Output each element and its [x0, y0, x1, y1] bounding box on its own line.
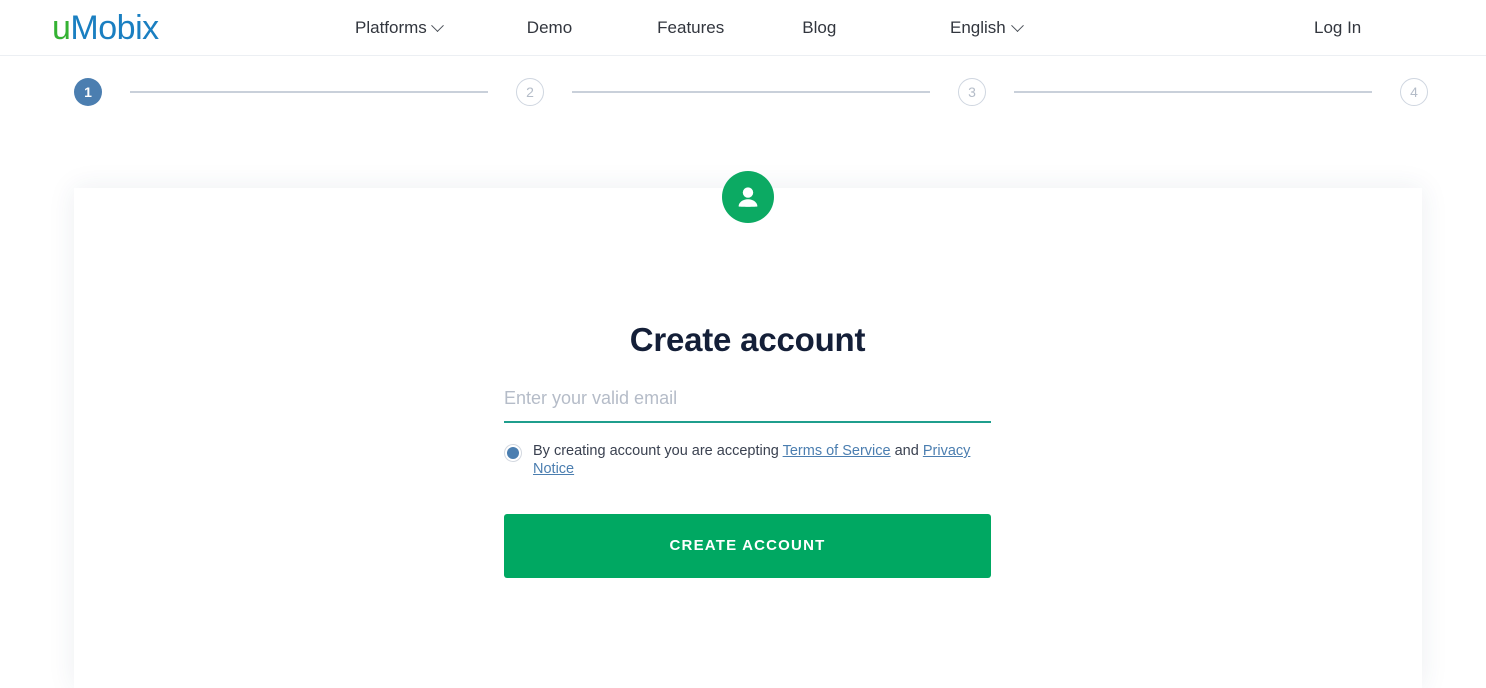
chevron-down-icon [1010, 18, 1024, 32]
stepper-step-3[interactable]: 3 [958, 78, 986, 106]
email-field-wrapper [504, 388, 991, 423]
nav-item-blog-label: Blog [802, 18, 837, 37]
language-selector[interactable]: English [950, 0, 1024, 56]
create-account-button[interactable]: CREATE ACCOUNT [504, 513, 991, 578]
stepper-connector [130, 91, 488, 93]
nav-item-platforms-label: Platforms [355, 18, 427, 37]
nav-item-blog[interactable]: Blog [802, 18, 836, 38]
stepper-step-4-number: 4 [1410, 84, 1418, 100]
logo-wordmark: Mobix [70, 9, 159, 47]
consent-text-middle: and [890, 443, 923, 459]
terms-of-service-link[interactable]: Terms of Service [783, 443, 891, 459]
stepper-step-3-number: 3 [968, 84, 976, 100]
nav-item-demo-label: Demo [526, 18, 573, 37]
chevron-down-icon [430, 18, 444, 32]
login-link[interactable]: Log In [1314, 0, 1361, 56]
nav-item-features-label: Features [657, 18, 725, 37]
nav-item-features[interactable]: Features [657, 18, 724, 38]
language-selector-label: English [950, 18, 1006, 37]
login-link-label: Log In [1314, 18, 1362, 37]
nav-item-platforms[interactable]: Platforms [355, 18, 444, 38]
logo-mark-u: u [52, 9, 71, 47]
signup-form: Create account By creating account you a… [504, 188, 991, 578]
stepper-step-4[interactable]: 4 [1400, 78, 1428, 106]
stepper-step-2[interactable]: 2 [516, 78, 544, 106]
stepper-step-2-number: 2 [526, 84, 534, 100]
consent-radio-dot [507, 447, 519, 459]
consent-text-before: By creating account you are accepting [533, 443, 783, 459]
consent-row: By creating account you are accepting Te… [504, 442, 991, 479]
stepper-connector [572, 91, 930, 93]
site-header: uMobix Platforms Demo Features Blog Engl… [0, 0, 1486, 56]
email-input[interactable] [504, 388, 991, 423]
stepper-step-1[interactable]: 1 [74, 78, 102, 106]
consent-radio[interactable] [504, 444, 522, 462]
signup-stepper: 1 2 3 4 [0, 56, 1486, 128]
stepper-connector [1014, 91, 1372, 93]
main-nav: Platforms Demo Features Blog [355, 0, 836, 56]
consent-text: By creating account you are accepting Te… [533, 442, 991, 479]
logo[interactable]: uMobix [52, 2, 159, 54]
nav-item-demo[interactable]: Demo [527, 18, 572, 38]
stepper-step-1-number: 1 [84, 84, 92, 100]
page-title: Create account [629, 321, 866, 358]
